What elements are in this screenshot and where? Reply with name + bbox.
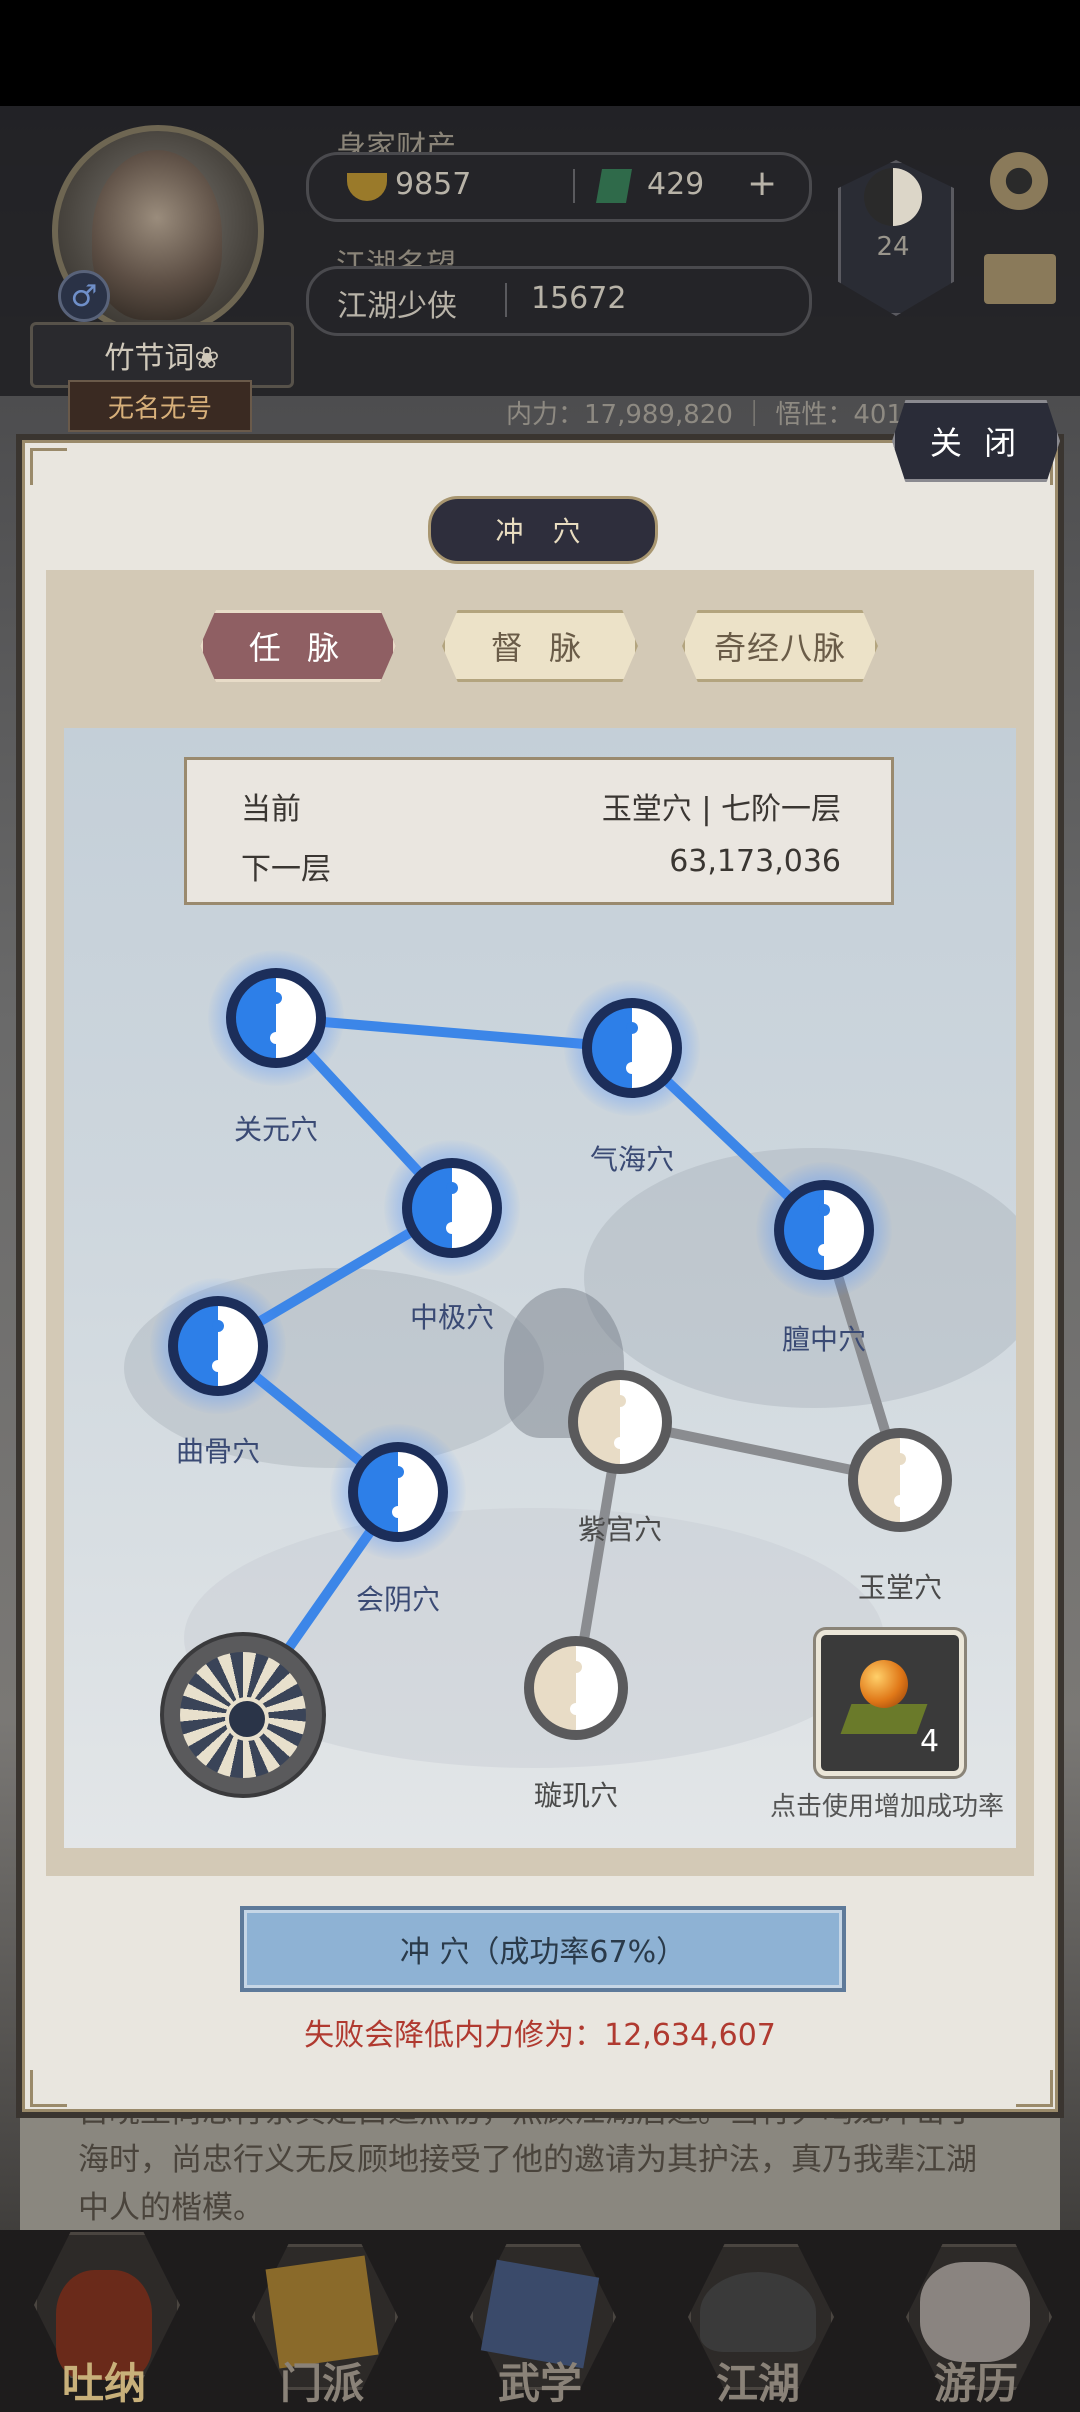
yin-yang-icon bbox=[784, 1190, 864, 1270]
yin-yang-dot bbox=[270, 992, 282, 1004]
acupoint-label: 曲骨穴 bbox=[175, 1435, 261, 1468]
yin-yang-dot bbox=[446, 1222, 458, 1234]
yin-yang-dot bbox=[392, 1506, 404, 1518]
yin-yang-dot bbox=[614, 1395, 626, 1407]
acupoint-label: 中极穴 bbox=[409, 1301, 495, 1334]
acupoint-label: 膻中穴 bbox=[781, 1323, 867, 1356]
acupoint-label: 关元穴 bbox=[233, 1113, 319, 1146]
yin-yang-icon bbox=[412, 1168, 492, 1248]
acupoint-label: 会阴穴 bbox=[355, 1583, 441, 1616]
yin-yang-dot bbox=[570, 1703, 582, 1715]
orb-icon bbox=[860, 1660, 908, 1708]
yin-yang-icon bbox=[578, 1380, 662, 1464]
yin-yang-dot bbox=[570, 1661, 582, 1673]
acupoint-label: 气海穴 bbox=[589, 1143, 675, 1176]
yin-yang-dot bbox=[818, 1204, 830, 1216]
yin-yang-icon bbox=[178, 1306, 258, 1386]
yin-yang-dot bbox=[392, 1466, 404, 1478]
yin-yang-dot bbox=[270, 1032, 282, 1044]
yin-yang-dot bbox=[614, 1437, 626, 1449]
yin-yang-dot bbox=[894, 1495, 906, 1507]
pedestal-icon bbox=[840, 1704, 928, 1734]
fail-warning: 失败会降低内力修为：12,634,607 bbox=[304, 2018, 776, 2053]
breach-button[interactable]: 冲 穴（成功率67%） bbox=[240, 1906, 846, 1992]
yin-yang-dot bbox=[626, 1062, 638, 1074]
yin-yang-icon bbox=[858, 1438, 942, 1522]
sun-wheel-center bbox=[225, 1697, 269, 1741]
yin-yang-icon bbox=[534, 1646, 618, 1730]
acupoint-label: 玉堂穴 bbox=[857, 1571, 943, 1604]
yin-yang-dot bbox=[894, 1453, 906, 1465]
yin-yang-dot bbox=[212, 1320, 224, 1332]
yin-yang-icon bbox=[358, 1452, 438, 1532]
yin-yang-icon bbox=[592, 1008, 672, 1088]
acupoint-label: 紫宫穴 bbox=[577, 1513, 663, 1546]
yin-yang-dot bbox=[818, 1244, 830, 1256]
item-count: 4 bbox=[920, 1724, 940, 1759]
item-caption: 点击使用增加成功率 bbox=[770, 1792, 1005, 1822]
yin-yang-dot bbox=[212, 1360, 224, 1372]
yin-yang-dot bbox=[626, 1022, 638, 1034]
yin-yang-dot bbox=[446, 1182, 458, 1194]
acupoint-label: 璇玑穴 bbox=[533, 1779, 619, 1812]
yin-yang-icon bbox=[236, 978, 316, 1058]
